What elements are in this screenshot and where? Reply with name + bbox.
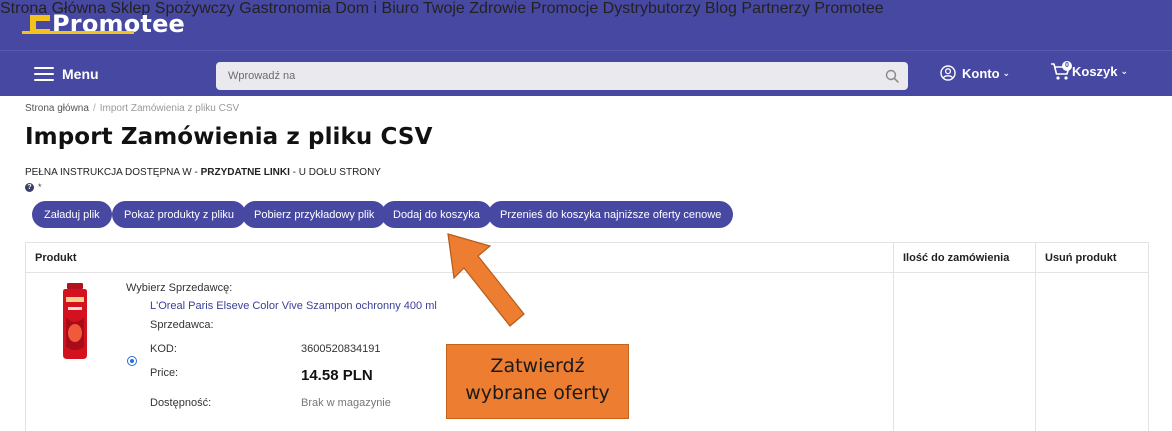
account-label: Konto: [962, 65, 1000, 81]
product-image: [63, 283, 87, 359]
column-divider: [1035, 243, 1036, 431]
annotation-arrow-icon: [447, 233, 525, 327]
nav-dystrybutorzy[interactable]: Dystrybutorzy: [603, 0, 701, 17]
help-hint: ? *: [25, 182, 42, 192]
search-box: [216, 62, 908, 90]
hamburger-icon: [34, 67, 54, 81]
question-icon[interactable]: ?: [25, 182, 34, 192]
nav-twoje-zdrowie[interactable]: Twoje Zdrowie: [423, 0, 526, 17]
annotation-line-1: Zatwierdź: [490, 355, 585, 377]
availability-label: Dostępność:: [150, 397, 212, 409]
instruction-prefix: PEŁNA INSTRUKCJA DOSTĘPNA W -: [25, 167, 201, 178]
menu-label: Menu: [62, 66, 99, 82]
price-label: Price:: [150, 367, 179, 379]
code-label: KOD:: [150, 343, 177, 355]
seller-label: Sprzedawca:: [150, 319, 214, 331]
price-value: 14.58 PLN: [301, 367, 373, 384]
column-divider: [893, 243, 894, 431]
availability-value: Brak w magazynie: [301, 397, 391, 409]
breadcrumb-home[interactable]: Strona główna: [25, 103, 89, 114]
breadcrumb-separator: /: [92, 103, 96, 114]
cart-menu[interactable]: 0 Koszyk ⌄: [1050, 61, 1128, 81]
top-nav-bar: Promotee Strona Główna Sklep Spożywczy G…: [0, 0, 1172, 50]
instruction-link-name: PRZYDATNE LINKI: [200, 167, 290, 178]
seller-radio[interactable]: [127, 356, 137, 366]
add-to-cart-button[interactable]: Dodaj do koszyka: [381, 201, 492, 228]
breadcrumb-current: Import Zamówienia z pliku CSV: [99, 103, 240, 114]
instruction-text: PEŁNA INSTRUKCJA DOSTĘPNA W - PRZYDATNE …: [25, 167, 381, 178]
show-products-button[interactable]: Pokaż produkty z pliku: [112, 201, 247, 228]
promotee-logo[interactable]: Promotee: [30, 7, 185, 41]
nav-partnerzy-promotee[interactable]: Partnerzy Promotee: [741, 0, 883, 17]
search-bar-row: Menu Konto ⌄ 0 Koszyk ⌄: [0, 50, 1172, 96]
upload-file-button[interactable]: Załaduj plik: [32, 201, 112, 228]
code-value: 3600520834191: [301, 343, 381, 355]
annotation-callout: Zatwierdź wybrane oferty: [446, 344, 629, 419]
user-icon: [940, 65, 956, 81]
account-menu[interactable]: Konto ⌄: [940, 65, 1010, 81]
product-link[interactable]: L'Oreal Paris Elseve Color Vive Szampon …: [150, 300, 437, 312]
nav-blog[interactable]: Blog: [705, 0, 737, 17]
move-lowest-offers-button[interactable]: Przenieś do koszyka najniższe oferty cen…: [488, 201, 734, 228]
search-icon[interactable]: [885, 69, 899, 83]
help-mark: *: [38, 182, 42, 192]
download-sample-button[interactable]: Pobierz przykładowy plik: [242, 201, 387, 228]
header-ilosc: Ilość do zamówienia: [903, 252, 1010, 264]
breadcrumb: Strona główna / Import Zamówienia z pliku …: [25, 103, 239, 114]
cart-label: Koszyk: [1072, 63, 1118, 79]
search-input[interactable]: [216, 62, 856, 90]
nav-gastronomia[interactable]: Gastronomia: [239, 0, 331, 17]
page-title: Import Zamówienia z pliku CSV: [25, 124, 433, 150]
nav-dom-i-biuro[interactable]: Dom i Biuro: [335, 0, 419, 17]
header-produkt: Produkt: [35, 252, 77, 264]
header-divider: [26, 272, 1148, 273]
menu-button[interactable]: Menu: [34, 66, 99, 82]
annotation-line-2: wybrane oferty: [465, 382, 610, 404]
cart-count-badge: 0: [1062, 61, 1072, 71]
header-usun: Usuń produkt: [1045, 252, 1117, 264]
chevron-down-icon: ⌄: [1002, 67, 1011, 78]
choose-seller-label: Wybierz Sprzedawcę:: [126, 282, 233, 294]
chevron-down-icon: ⌄: [1120, 65, 1129, 76]
instruction-suffix: - U DOŁU STRONY: [289, 167, 381, 178]
nav-promocje[interactable]: Promocje: [531, 0, 599, 17]
logo-underline: [22, 31, 134, 34]
